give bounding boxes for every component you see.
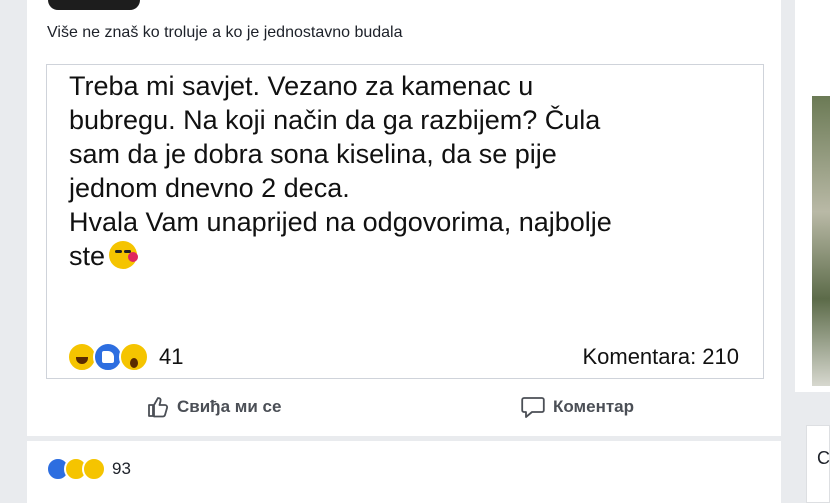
post-reactions[interactable]: 93 — [46, 456, 131, 482]
post-line: Treba mi savjet. Vezano za kamenac u — [69, 71, 534, 101]
sidebar-photo[interactable] — [812, 96, 830, 386]
shared-reaction-count: 41 — [159, 344, 184, 369]
shared-post[interactable]: Treba mi savjet. Vezano za kamenac u bub… — [46, 64, 764, 379]
thumbs-up-icon — [148, 397, 169, 418]
wow-reaction-icon — [82, 457, 106, 481]
like-label: Свиђа ми се — [177, 397, 282, 416]
right-sidebar-card-lower: C — [806, 425, 830, 503]
post-line: ste — [69, 241, 106, 271]
right-sidebar-card — [795, 0, 830, 392]
action-bar: Свиђа ми се Коментар — [27, 390, 781, 430]
avatar[interactable] — [48, 0, 140, 10]
post-line: Hvala Vam unaprijed na odgovorima, najbo… — [69, 207, 612, 237]
comment-button[interactable]: Коментар — [521, 390, 634, 424]
post-caption: Više ne znaš ko troluje a ko je jednosta… — [47, 24, 403, 41]
shared-comment-count[interactable]: Komentara: 210 — [582, 344, 739, 370]
post-line-last: ste — [69, 239, 759, 273]
post-line: bubregu. Na koji način da ga razbijem? Č… — [69, 105, 601, 135]
post-reaction-count: 93 — [112, 459, 131, 478]
shared-reactions[interactable]: 41 Komentara: 210 — [67, 342, 757, 374]
reactions-card — [27, 441, 781, 503]
sidebar-letter: C — [817, 448, 830, 468]
post-line: sam da je dobra sona kiselina, da se pij… — [69, 139, 557, 169]
comment-label: Коментар — [553, 397, 634, 416]
kiss-heart-emoji-icon — [109, 240, 139, 269]
wow-reaction-icon — [119, 342, 149, 372]
like-button[interactable]: Свиђа ми се — [147, 390, 281, 424]
shared-post-text: Treba mi savjet. Vezano za kamenac u bub… — [69, 69, 759, 273]
post-line: jednom dnevno 2 deca. — [69, 173, 350, 203]
comment-bubble-icon — [521, 397, 545, 418]
